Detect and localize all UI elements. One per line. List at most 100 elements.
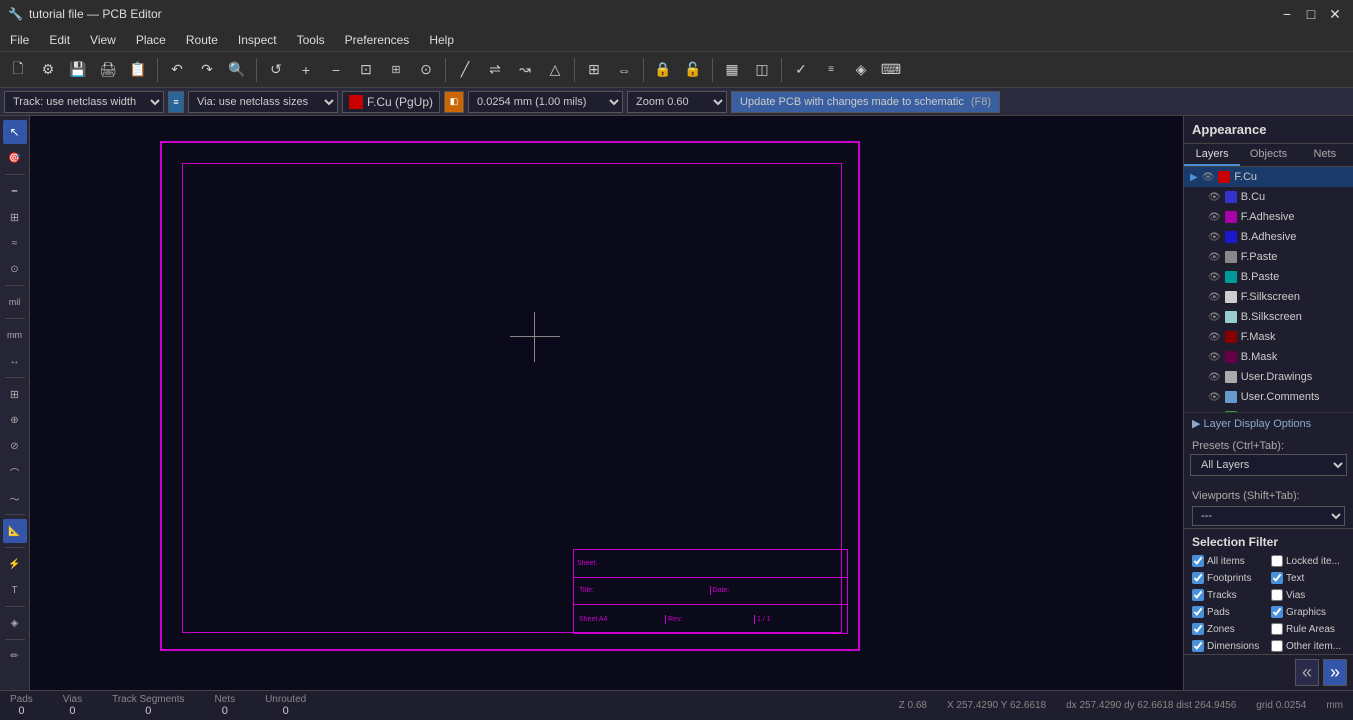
grid-size-select[interactable]: 0.0254 mm (1.00 mils) bbox=[468, 91, 623, 113]
add-footprint-tool[interactable]: ⊞ bbox=[3, 382, 27, 406]
unlock-button[interactable]: 🔓 bbox=[679, 56, 707, 84]
sel-zones-checkbox[interactable] bbox=[1192, 623, 1204, 635]
interactive-router-toggle[interactable]: ≡ bbox=[168, 91, 184, 113]
sel-other-checkbox[interactable] bbox=[1271, 640, 1283, 652]
sel-tracks-checkbox[interactable] bbox=[1192, 589, 1204, 601]
draw-line-tool[interactable]: ↔ bbox=[3, 349, 27, 373]
layer-item-bpaste[interactable]: 👁 B.Paste bbox=[1184, 267, 1353, 287]
sel-graphics-checkbox[interactable] bbox=[1271, 606, 1283, 618]
pcb-canvas[interactable]: Sheet: Title: Date: Sheet A4 Rev: 1 / 1 bbox=[30, 116, 1183, 690]
add-via-tool[interactable]: ⊙ bbox=[3, 257, 27, 281]
layer-eye-badhesive[interactable]: 👁 bbox=[1208, 232, 1221, 243]
nav-prev-button[interactable]: « bbox=[1295, 659, 1319, 686]
3d-tool[interactable]: ◈ bbox=[3, 611, 27, 635]
drc-tool[interactable]: ⚡ bbox=[3, 552, 27, 576]
layer-display-options[interactable]: ▶ Layer Display Options bbox=[1184, 412, 1353, 434]
minimize-button[interactable]: − bbox=[1277, 4, 1297, 24]
update-pcb-button[interactable]: Update PCB with changes made to schemati… bbox=[731, 91, 1000, 113]
menu-view[interactable]: View bbox=[80, 31, 126, 49]
print-button[interactable]: 🖨 bbox=[94, 56, 122, 84]
sel-footprints-checkbox[interactable] bbox=[1192, 572, 1204, 584]
layer-eye-fmask[interactable]: 👁 bbox=[1208, 332, 1221, 343]
pad-array-button[interactable]: ⊞ bbox=[580, 56, 608, 84]
maximize-button[interactable]: □ bbox=[1301, 4, 1321, 24]
plot-button[interactable]: 📋 bbox=[124, 56, 152, 84]
layer-eye-userdrawings[interactable]: 👁 bbox=[1208, 372, 1221, 383]
3d-view-button[interactable]: ◈ bbox=[847, 56, 875, 84]
tab-layers[interactable]: Layers bbox=[1184, 144, 1240, 166]
layer-item-fadhesive[interactable]: 👁 F.Adhesive bbox=[1184, 207, 1353, 227]
layer-eye-bcu[interactable]: 👁 bbox=[1208, 192, 1221, 203]
interactive-router-button[interactable]: △ bbox=[541, 56, 569, 84]
presets-select[interactable]: All Layers Front Layers Back Layers Inne… bbox=[1190, 454, 1347, 476]
route-track-tool[interactable]: ━ bbox=[3, 179, 27, 203]
save-button[interactable]: 💾 bbox=[64, 56, 92, 84]
layer-item-usercomments[interactable]: 👁 User.Comments bbox=[1184, 387, 1353, 407]
route-diff-button[interactable]: ⇌ bbox=[481, 56, 509, 84]
track-width-select[interactable]: Track: use netclass width bbox=[4, 91, 164, 113]
add-keepout-tool[interactable]: ⊘ bbox=[3, 434, 27, 458]
zoom-fit-button[interactable]: ⊡ bbox=[352, 56, 380, 84]
zoom-selection-button[interactable]: ⊞ bbox=[382, 56, 410, 84]
draw-bezier-tool[interactable]: 〜 bbox=[3, 486, 27, 510]
new-button[interactable]: 🗋 bbox=[4, 56, 32, 84]
sel-vias-checkbox[interactable] bbox=[1271, 589, 1283, 601]
route-single-button[interactable]: ╱ bbox=[451, 56, 479, 84]
layer-eye-fsilk[interactable]: 👁 bbox=[1208, 292, 1221, 303]
run-drc-button[interactable]: ✓ bbox=[787, 56, 815, 84]
layer-item-fsilk[interactable]: 👁 F.Silkscreen bbox=[1184, 287, 1353, 307]
zoom-center-button[interactable]: ⊙ bbox=[412, 56, 440, 84]
lock-button[interactable]: 🔒 bbox=[649, 56, 677, 84]
tab-nets[interactable]: Nets bbox=[1297, 144, 1353, 166]
sel-pads-checkbox[interactable] bbox=[1192, 606, 1204, 618]
measure-tool[interactable]: mil bbox=[3, 290, 27, 314]
layer-item-badhesive[interactable]: 👁 B.Adhesive bbox=[1184, 227, 1353, 247]
layer-selector[interactable]: F.Cu (PgUp) bbox=[342, 91, 440, 113]
scripting-button[interactable]: ⌨ bbox=[877, 56, 905, 84]
sel-locked-items-checkbox[interactable] bbox=[1271, 555, 1283, 567]
board-setup-button[interactable]: ⚙ bbox=[34, 56, 62, 84]
layer-eye-usercomments[interactable]: 👁 bbox=[1208, 392, 1221, 403]
add-zone-tool[interactable]: ⊕ bbox=[3, 408, 27, 432]
menu-edit[interactable]: Edit bbox=[39, 31, 80, 49]
sel-text-checkbox[interactable] bbox=[1271, 572, 1283, 584]
menu-help[interactable]: Help bbox=[419, 31, 464, 49]
menu-preferences[interactable]: Preferences bbox=[335, 31, 420, 49]
redo-button[interactable]: ↷ bbox=[193, 56, 221, 84]
menu-place[interactable]: Place bbox=[126, 31, 176, 49]
netlist-button[interactable]: ≡ bbox=[817, 56, 845, 84]
refresh-button[interactable]: ↺ bbox=[262, 56, 290, 84]
layer-item-fmask[interactable]: 👁 F.Mask bbox=[1184, 327, 1353, 347]
nav-next-button[interactable]: » bbox=[1323, 659, 1347, 686]
menu-tools[interactable]: Tools bbox=[287, 31, 335, 49]
highlight-net-tool[interactable]: 🎯 bbox=[3, 146, 27, 170]
layer-item-fpaste[interactable]: 👁 F.Paste bbox=[1184, 247, 1353, 267]
sel-rule-areas-checkbox[interactable] bbox=[1271, 623, 1283, 635]
zoom-in-button[interactable]: + bbox=[292, 56, 320, 84]
mirror-button[interactable]: ⇔ bbox=[610, 56, 638, 84]
menu-route[interactable]: Route bbox=[176, 31, 228, 49]
route-tune-button[interactable]: ↝ bbox=[511, 56, 539, 84]
sel-all-items-checkbox[interactable] bbox=[1192, 555, 1204, 567]
layer-eye-bmask[interactable]: 👁 bbox=[1208, 352, 1221, 363]
layer-item-bcu[interactable]: 👁 B.Cu bbox=[1184, 187, 1353, 207]
viewports-select[interactable]: --- bbox=[1192, 506, 1345, 526]
layer-eye-bsilk[interactable]: 👁 bbox=[1208, 312, 1221, 323]
clear-zones-button[interactable]: ◫ bbox=[748, 56, 776, 84]
menu-file[interactable]: File bbox=[0, 31, 39, 49]
tab-objects[interactable]: Objects bbox=[1240, 144, 1296, 166]
zoom-select[interactable]: Zoom 0.60 bbox=[627, 91, 727, 113]
pcb-tool[interactable]: 📐 bbox=[3, 519, 27, 543]
scripting-tool[interactable]: T bbox=[3, 578, 27, 602]
layer-eye-bpaste[interactable]: 👁 bbox=[1208, 272, 1221, 283]
undo-button[interactable]: ↶ bbox=[163, 56, 191, 84]
add-text-tool[interactable]: mm bbox=[3, 323, 27, 347]
route-diff-tool[interactable]: ⊞ bbox=[3, 205, 27, 229]
layer-item-userdrawings[interactable]: 👁 User.Drawings bbox=[1184, 367, 1353, 387]
layer-item-bsilk[interactable]: 👁 B.Silkscreen bbox=[1184, 307, 1353, 327]
layer-eye-fcu[interactable]: 👁 bbox=[1202, 172, 1215, 183]
layer-eye-fadhesive[interactable]: 👁 bbox=[1208, 212, 1221, 223]
draw-arc-tool[interactable]: ⌒ bbox=[3, 460, 27, 484]
route-tune-tool[interactable]: ≈ bbox=[3, 231, 27, 255]
sel-dimensions-checkbox[interactable] bbox=[1192, 640, 1204, 652]
